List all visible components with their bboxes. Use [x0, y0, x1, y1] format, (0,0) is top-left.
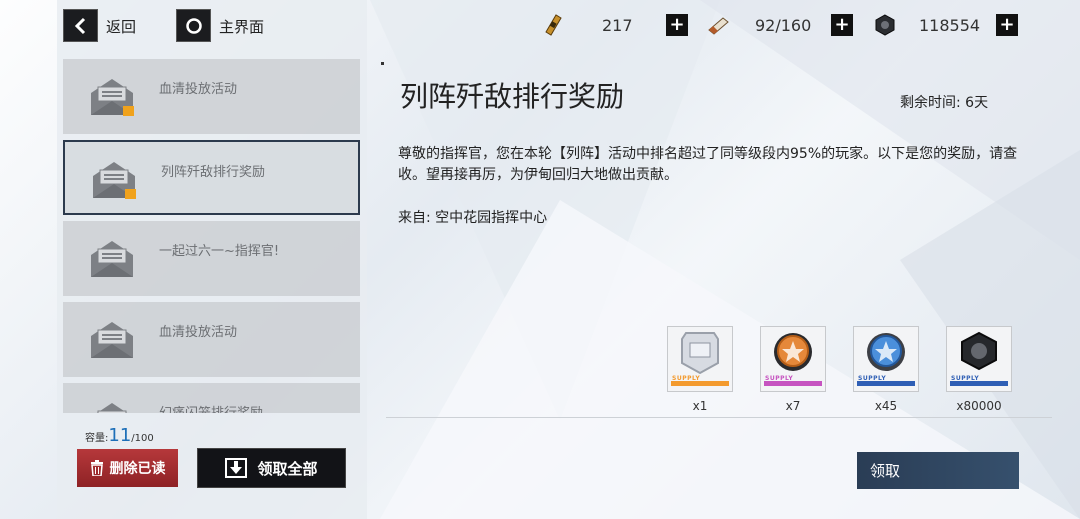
home-circle-icon — [185, 17, 202, 34]
hex-nut-icon — [961, 331, 997, 371]
envelope-icon — [91, 241, 133, 277]
claim-all-label: 领取全部 — [257, 459, 318, 478]
mail-list[interactable]: 血清投放活动 列阵歼敌排行奖励 一起过六一~指挥官! 血清投放活动 — [63, 59, 361, 413]
claim-button[interactable]: 领取 — [857, 452, 1019, 489]
resource-manpower — [540, 12, 566, 38]
reward-count: x45 — [874, 399, 898, 413]
reward-item[interactable]: SUPPLY — [760, 326, 826, 392]
hex-nut-icon — [872, 12, 898, 38]
claim-all-button[interactable]: 领取全部 — [197, 448, 346, 488]
reward-item[interactable]: SUPPLY — [667, 326, 733, 392]
trash-icon — [90, 460, 103, 476]
resource-currency-value: 118554 — [919, 16, 981, 35]
capacity-current: 11 — [108, 425, 132, 446]
silver-shield-icon — [681, 332, 719, 375]
envelope-attachment-icon — [93, 162, 136, 199]
reward-rarity-bar — [764, 381, 822, 386]
reward-item[interactable]: SUPPLY — [946, 326, 1012, 392]
mail-list-item-title: 一起过六一~指挥官! — [159, 244, 280, 259]
download-icon — [225, 458, 248, 478]
reward-rarity-bar — [857, 381, 915, 386]
reward-count: x80000 — [956, 399, 1002, 413]
delete-read-button[interactable]: 删除已读 — [77, 449, 178, 487]
mail-list-item-title: 幻痛闪笼排行奖励 — [159, 402, 263, 413]
reward-rarity-bar — [671, 381, 729, 386]
resource-currency — [872, 12, 898, 38]
mail-list-item-title: 血清投放活动 — [159, 325, 238, 340]
reward-item[interactable]: SUPPLY — [853, 326, 919, 392]
resource-manpower-value: 217 — [602, 16, 633, 35]
mail-list-item[interactable]: 幻痛闪笼排行奖励 — [63, 383, 360, 413]
claim-label: 领取 — [870, 462, 901, 480]
mail-list-item-title: 血清投放活动 — [159, 82, 238, 97]
manpower-ticket-icon — [540, 12, 566, 38]
mail-sender: 来自: 空中花园指挥中心 — [398, 210, 548, 226]
add-currency-button[interactable]: + — [996, 14, 1018, 36]
back-label[interactable]: 返回 — [106, 16, 136, 37]
resource-ration-value: 92/160 — [755, 16, 812, 35]
capacity-label: 容量: — [85, 433, 109, 444]
mail-capacity: 容量: 11 /100 — [85, 425, 154, 446]
orange-coin-icon — [774, 333, 812, 371]
mail-body: 尊敬的指挥官，您在本轮【列阵】活动中排名超过了同等级段内95%的玩家。以下是您的… — [398, 146, 1018, 183]
mail-list-item-title: 列阵歼敌排行奖励 — [161, 165, 266, 180]
reward-count: x7 — [785, 399, 801, 413]
time-remaining: 剩余时间: 6天 — [900, 95, 989, 111]
envelope-attachment-icon — [91, 79, 134, 116]
delete-read-label: 删除已读 — [109, 461, 166, 477]
back-button[interactable] — [63, 9, 98, 42]
home-button[interactable] — [176, 9, 211, 42]
chevron-left-icon — [74, 17, 85, 34]
reward-count: x1 — [692, 399, 708, 413]
add-ration-button[interactable]: + — [831, 14, 853, 36]
home-label[interactable]: 主界面 — [219, 16, 264, 37]
decorative-dot — [381, 62, 384, 65]
mail-list-item[interactable]: 血清投放活动 — [63, 302, 360, 377]
capacity-max: /100 — [131, 433, 154, 444]
mail-list-item-selected[interactable]: 列阵歼敌排行奖励 — [63, 140, 360, 215]
mail-list-item[interactable]: 一起过六一~指挥官! — [63, 221, 360, 296]
mail-title: 列阵歼敌排行奖励 — [400, 80, 625, 113]
blue-coin-icon — [867, 333, 905, 371]
envelope-icon — [91, 322, 133, 358]
add-manpower-button[interactable]: + — [666, 14, 688, 36]
reward-rarity-bar — [950, 381, 1008, 386]
ration-icon — [705, 12, 731, 38]
envelope-icon — [97, 403, 127, 413]
mail-list-item[interactable]: 血清投放活动 — [63, 59, 360, 134]
top-bar: 返回 主界面 217 + 92/160 + 118554 + — [0, 0, 1080, 52]
resource-ration — [705, 12, 731, 38]
divider — [386, 417, 1052, 418]
